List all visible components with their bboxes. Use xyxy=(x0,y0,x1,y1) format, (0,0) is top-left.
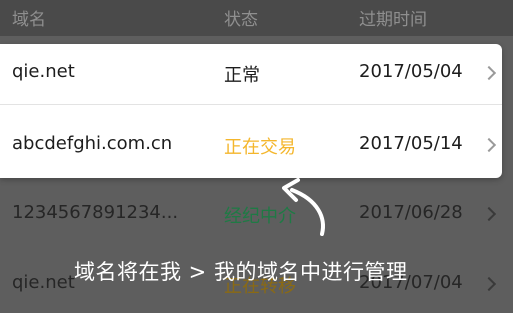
header-status: 状态 xyxy=(224,10,258,30)
header-expiry: 过期时间 xyxy=(359,10,427,30)
row-expiry: 2017/05/04 xyxy=(359,61,463,82)
domain-list-screen: 域名 状态 过期时间 qie.net 正常 2017/05/04 abcdefg… xyxy=(0,0,513,313)
header-domain: 域名 xyxy=(12,10,46,30)
row-domain: qie.net xyxy=(12,61,75,82)
row-domain: qie.net xyxy=(12,272,75,293)
row-expiry: 2017/06/28 xyxy=(359,202,463,223)
chevron-right-icon[interactable] xyxy=(481,276,497,292)
curved-arrow-icon xyxy=(282,178,325,236)
onboarding-hint: 域名将在我 > 我的域名中进行管理 xyxy=(74,260,408,284)
row-domain: 1234567891234... xyxy=(12,202,179,223)
row-status: 正在交易 xyxy=(224,137,296,158)
row-domain: abcdefghi.com.cn xyxy=(12,133,173,154)
row-expiry: 2017/05/14 xyxy=(359,133,463,154)
chevron-right-icon[interactable] xyxy=(481,137,497,153)
highlight-card: qie.net 正常 2017/05/04 abcdefghi.com.cn 正… xyxy=(0,44,502,178)
table-header: 域名 状态 过期时间 xyxy=(0,0,513,36)
row-divider xyxy=(0,104,502,105)
chevron-right-icon[interactable] xyxy=(481,206,497,222)
chevron-right-icon[interactable] xyxy=(481,65,497,81)
row-status: 正常 xyxy=(224,65,260,86)
